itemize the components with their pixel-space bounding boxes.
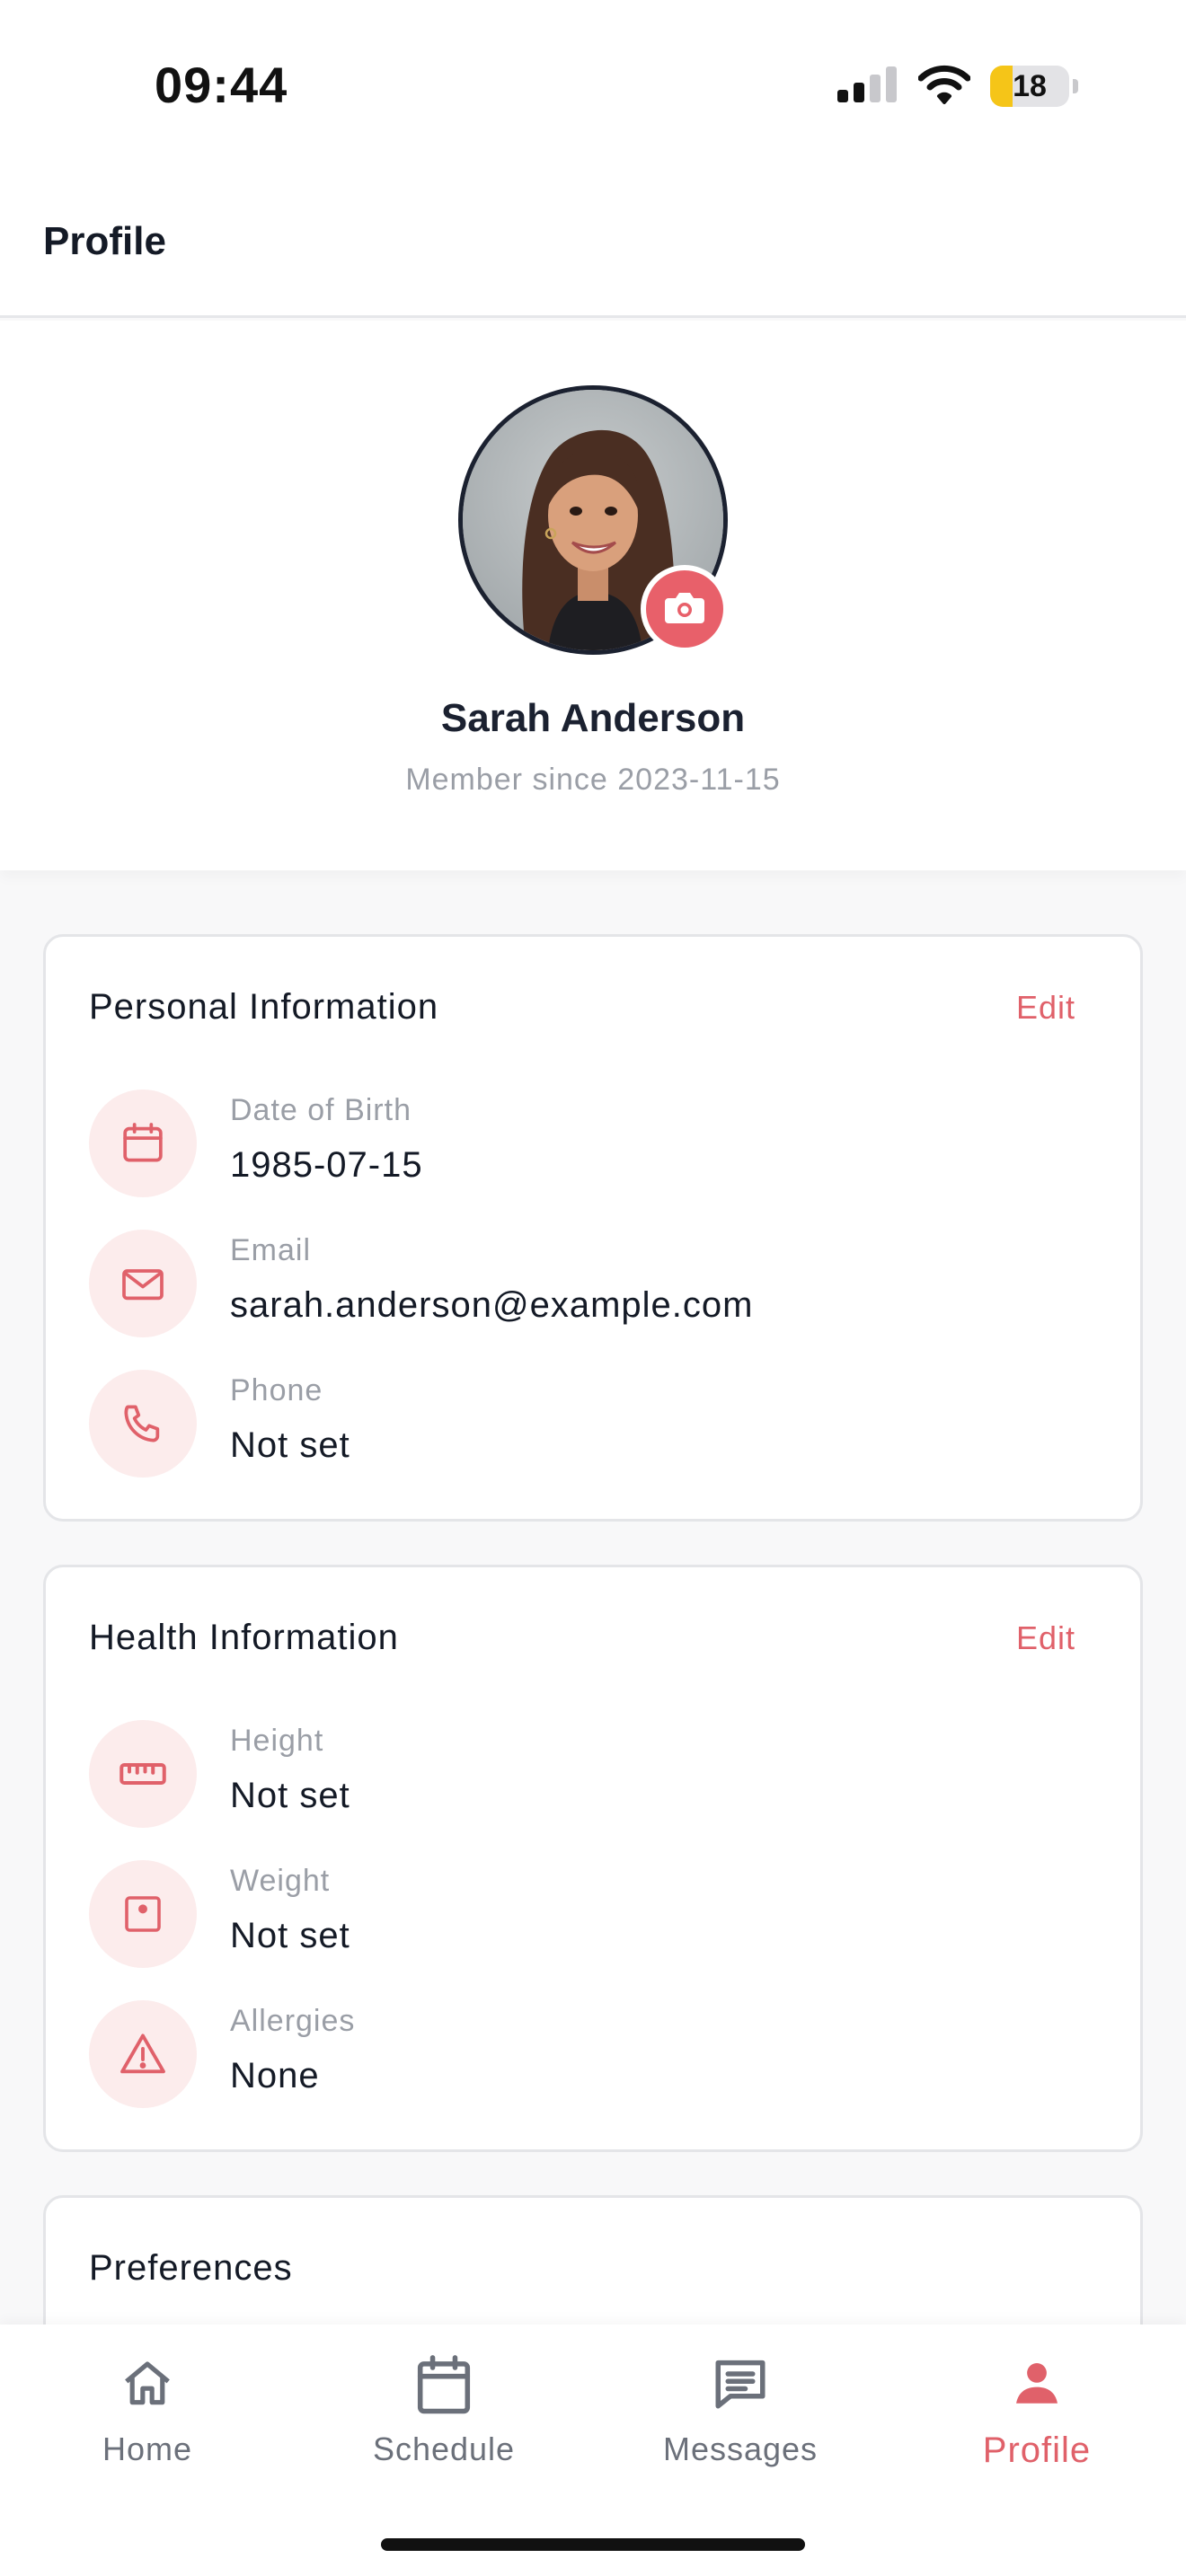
health-information-card: Health Information Edit Height Not set W… <box>43 1565 1143 2152</box>
height-row: Height Not set <box>89 1720 1077 1831</box>
row-label: Allergies <box>230 2004 356 2038</box>
allergies-row: Allergies None <box>89 2000 1077 2112</box>
message-icon <box>711 2346 770 2422</box>
profile-summary: Sarah Anderson Member since 2023-11-15 <box>0 321 1186 870</box>
card-title: Preferences <box>89 2248 293 2288</box>
card-title: Health Information <box>89 1618 399 1657</box>
tab-label: Home <box>102 2430 193 2467</box>
row-value: Not set <box>230 1776 350 1815</box>
row-label: Phone <box>230 1373 323 1407</box>
row-label: Email <box>230 1233 312 1267</box>
row-value: None <box>230 2056 320 2095</box>
scale-icon <box>89 1860 197 1968</box>
battery-nub <box>1073 79 1078 93</box>
tab-home[interactable]: Home <box>40 2346 255 2472</box>
row-value: Not set <box>230 1916 350 1955</box>
avatar-container <box>458 385 729 655</box>
home-indicator[interactable] <box>381 2538 805 2551</box>
personal-information-card: Personal Information Edit Date of Birth … <box>43 934 1143 1522</box>
date-of-birth-row: Date of Birth 1985-07-15 <box>89 1090 1077 1201</box>
page-title: Profile <box>43 219 166 263</box>
profile-name: Sarah Anderson <box>440 696 746 740</box>
tab-label: Schedule <box>372 2430 516 2467</box>
calendar-icon <box>89 1090 197 1197</box>
status-time: 09:44 <box>155 57 288 113</box>
weight-row: Weight Not set <box>89 1860 1077 1972</box>
row-label: Weight <box>230 1864 331 1898</box>
status-icons: 18 <box>837 65 1078 108</box>
status-bar: 09:44 18 <box>0 0 1186 171</box>
person-icon <box>1011 2346 1063 2422</box>
tab-schedule[interactable]: Schedule <box>336 2346 552 2472</box>
ruler-icon <box>89 1720 197 1828</box>
wifi-icon <box>917 65 971 109</box>
member-since: Member since 2023-11-15 <box>405 763 781 797</box>
row-value: 1985-07-15 <box>230 1145 423 1185</box>
row-label: Height <box>230 1724 324 1758</box>
cellular-signal-icon <box>837 66 898 107</box>
tab-label: Messages <box>662 2430 819 2467</box>
calendar-icon <box>413 2346 474 2422</box>
battery-percent: 18 <box>1013 68 1047 103</box>
phone-icon <box>89 1370 197 1478</box>
row-value: sarah.anderson@example.com <box>230 1285 754 1325</box>
page-header: Profile <box>0 171 1186 318</box>
row-value: Not set <box>230 1425 350 1465</box>
battery-level <box>990 66 1013 107</box>
edit-personal-button[interactable]: Edit <box>1016 989 1075 1027</box>
tab-label: Profile <box>982 2430 1092 2470</box>
home-icon <box>119 2346 175 2422</box>
tab-messages[interactable]: Messages <box>633 2346 848 2472</box>
change-photo-button[interactable] <box>641 565 729 653</box>
tab-profile[interactable]: Profile <box>929 2346 1145 2472</box>
warning-icon <box>89 2000 197 2108</box>
row-label: Date of Birth <box>230 1093 412 1127</box>
phone-row: Phone Not set <box>89 1370 1077 1481</box>
edit-health-button[interactable]: Edit <box>1016 1619 1075 1657</box>
battery-icon: 18 <box>990 66 1069 107</box>
camera-icon <box>663 589 706 630</box>
card-title: Personal Information <box>89 987 439 1027</box>
mail-icon <box>89 1230 197 1337</box>
email-row: Email sarah.anderson@example.com <box>89 1230 1077 1341</box>
